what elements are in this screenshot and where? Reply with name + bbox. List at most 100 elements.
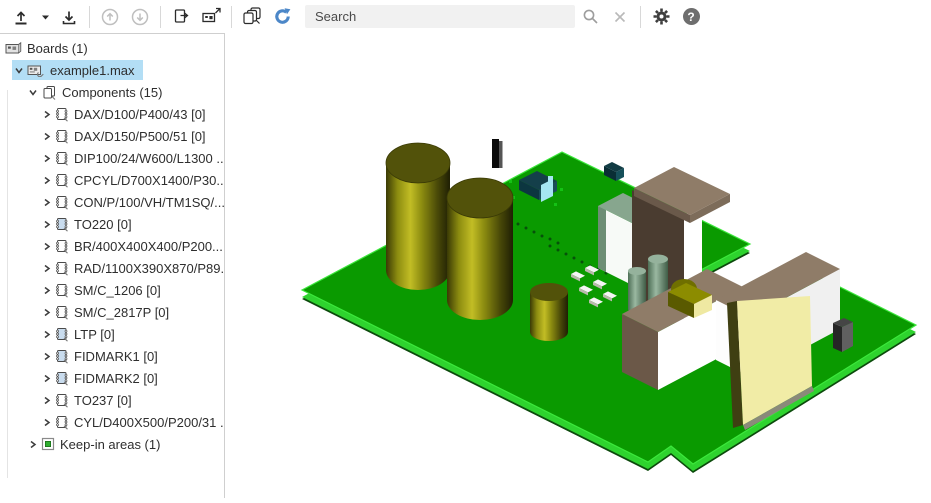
tree-label: FIDMARK2 [0] [74,371,160,386]
help-icon: ? [683,8,700,25]
chevron-right-icon[interactable] [40,352,54,361]
tree-item-component[interactable]: SM/C_2817P [0] [0,301,224,323]
settings-button[interactable] [648,4,674,30]
circle-arrow-down-icon [130,7,150,27]
tree-item-component[interactable]: TO220 [0] [0,213,224,235]
tree-label: CYL/D400X500/P200/31 ... [74,415,225,430]
component-icon [55,305,69,320]
component-icon [55,107,69,122]
chevron-right-icon[interactable] [40,132,54,141]
help-button[interactable]: ? [678,4,704,30]
chevron-right-icon[interactable] [40,220,54,229]
caret-down-icon [41,13,50,21]
toolbar-separator [89,6,90,28]
chevron-right-icon[interactable] [40,176,54,185]
component-icon [55,151,69,166]
toolbar-separator [231,6,232,28]
chevron-right-icon[interactable] [40,418,54,427]
gear-icon [652,7,671,26]
tree-label: SM/C_2817P [0] [74,305,171,320]
component-icon [55,415,69,430]
tree-label: FIDMARK1 [0] [74,349,160,364]
chevron-right-icon[interactable] [40,154,54,163]
keep-in-area-icon [41,437,55,451]
tree-item-components-group[interactable]: Components (15) [0,81,224,103]
chevron-down-icon[interactable] [26,88,40,97]
tree-item-component[interactable]: CON/P/100/VH/TM1SQ/... [0,191,224,213]
search-icon [581,7,600,26]
export-model-button[interactable] [56,4,82,30]
search-area [305,5,575,28]
tree-label: TO237 [0] [74,393,134,408]
tree-item-board[interactable]: example1.max [0,59,224,81]
component-icon [55,327,69,342]
import-model-button[interactable] [8,4,34,30]
tree-item-component[interactable]: BR/400X400X400/P200... [0,235,224,257]
tree-label: DAX/D100/P400/43 [0] [74,107,208,122]
nav-previous-button[interactable] [97,4,123,30]
tree-item-component[interactable]: DAX/D150/P500/51 [0] [0,125,224,147]
chevron-down-icon[interactable] [12,66,26,75]
tree-label: BR/400X400X400/P200... [74,239,225,254]
chevron-right-icon[interactable] [40,374,54,383]
toolbar-separator [640,6,641,28]
copy-view-button[interactable] [168,4,194,30]
chevron-right-icon[interactable] [40,308,54,317]
tree-item-keep-in-areas[interactable]: Keep-in areas (1) [0,433,224,455]
component-icon [55,239,69,254]
tree-item-component[interactable]: FIDMARK2 [0] [0,367,224,389]
board-file-icon [27,63,45,77]
chevron-right-icon[interactable] [40,396,54,405]
tree-item-component[interactable]: FIDMARK1 [0] [0,345,224,367]
component-icon [55,371,69,386]
download-icon [60,8,78,26]
tree-label: DIP100/24/W600/L1300 ... [74,151,225,166]
pcb-3d-render [225,33,931,498]
tree-label: Components (15) [62,85,164,100]
tree-item-component[interactable]: CYL/D400X500/P200/31 ... [0,411,224,433]
toolbar: ? [0,0,931,33]
tree-label: DAX/D150/P500/51 [0] [74,129,208,144]
chevron-right-icon[interactable] [40,330,54,339]
chevron-right-icon[interactable] [26,440,40,449]
tree-item-component[interactable]: CPCYL/D700X1400/P30... [0,169,224,191]
tree-item-component[interactable]: RAD/1100X390X870/P89... [0,257,224,279]
search-input[interactable] [305,5,575,28]
chevron-right-icon[interactable] [40,110,54,119]
tree-label: Boards (1) [27,41,90,56]
tree-label: CPCYL/D700X1400/P30... [74,173,225,188]
component-icon [55,195,69,210]
tree-item-component[interactable]: TO237 [0] [0,389,224,411]
clear-search-button[interactable] [607,4,633,30]
page-export-icon [172,7,191,26]
tree-label: LTP [0] [74,327,117,342]
tree-label: TO220 [0] [74,217,134,232]
tree-item-component[interactable]: SM/C_1206 [0] [0,279,224,301]
component-icon [55,393,69,408]
components-list-button[interactable] [239,4,265,30]
chevron-right-icon[interactable] [40,242,54,251]
tree-item-component[interactable]: DIP100/24/W600/L1300 ... [0,147,224,169]
tree-item-component[interactable]: LTP [0] [0,323,224,345]
chevron-right-icon[interactable] [40,286,54,295]
component-icon [55,173,69,188]
search-button[interactable] [577,4,603,30]
refresh-icon [272,6,293,27]
export-board-button[interactable] [198,4,224,30]
component-icon [55,217,69,232]
chevron-right-icon[interactable] [40,198,54,207]
viewport-3d[interactable] [225,33,931,498]
tree-panel: Boards (1) example1.max [0,33,225,498]
upload-icon [12,8,30,26]
import-options-button[interactable] [38,4,52,30]
toolbar-separator [160,6,161,28]
boards-icon [5,41,22,55]
nav-next-button[interactable] [127,4,153,30]
tree-item-component[interactable]: DAX/D100/P400/43 [0] [0,103,224,125]
reload-button[interactable] [269,4,295,30]
close-icon [613,10,627,24]
components-group-icon [41,85,57,100]
tree-item-boards-root[interactable]: Boards (1) [0,37,224,59]
board-export-icon [201,7,222,26]
chevron-right-icon[interactable] [40,264,54,273]
